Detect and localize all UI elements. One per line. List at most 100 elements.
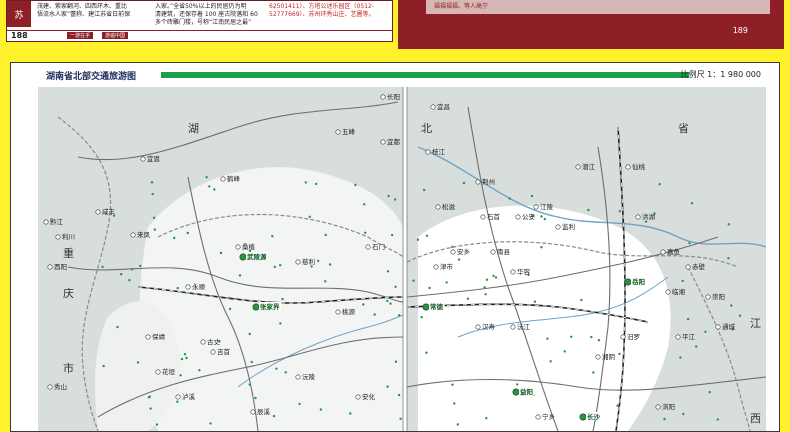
page-number-left: 188 [11, 31, 28, 40]
city-label: 酉阳 [54, 262, 67, 271]
city-label: 咸丰 [102, 207, 116, 216]
poi-dot [416, 238, 420, 241]
poi-dot [238, 274, 242, 277]
city-dot [510, 324, 516, 330]
city-dot [365, 244, 371, 250]
city-label: 永顺 [192, 282, 206, 291]
poi-dot [549, 360, 552, 363]
poi-dot [390, 233, 394, 237]
city-dot [130, 232, 136, 238]
city-label: 花垣 [162, 367, 176, 376]
footer-tag-2: 游遍中国 [102, 32, 129, 39]
map-canvas[interactable]: 湖 北 省重庆市 江西 长阳五峰宜恩鹤峰咸丰来凤 黔江酉阳秀山 桑植张家界 武陵源永顺保靖花… [38, 87, 766, 431]
text-column-1: 茂建、紫家翻河、四西环木、重比 悟流水人家”蕾称、建江苏省日前保 [37, 3, 131, 18]
title-stripe [161, 72, 689, 78]
poi-dot [618, 210, 621, 213]
city-dot [512, 388, 520, 396]
city-label: 沅江 [517, 323, 531, 331]
city-dot [200, 339, 206, 345]
poi-dot [457, 258, 461, 261]
previous-page-fragment-right: 福福福福、等人高宁 189 [398, 0, 784, 49]
poi-dot [483, 286, 486, 289]
map-frame: 湖南省北部交通旅游图 比例尺 1：1 980 000 湖 北 省 重 庆 市 江… [10, 62, 780, 432]
city-dot [450, 249, 456, 255]
poi-dot [101, 265, 104, 269]
city-label: 保靖 [152, 332, 166, 341]
poi-dot [304, 181, 307, 184]
city-dot [335, 309, 341, 315]
city-dot [595, 354, 601, 360]
city-dot [55, 234, 61, 240]
poi-dot [727, 257, 730, 260]
poi-dot [128, 278, 131, 282]
poi-dot [682, 412, 685, 416]
poi-dot [425, 351, 428, 354]
city-label: 赤壁 [692, 262, 706, 271]
city-label: 武陵源 [247, 252, 267, 261]
poi-dot [147, 396, 151, 399]
city-dot [575, 164, 581, 170]
poi-dot [399, 417, 402, 420]
city-dot [660, 249, 666, 255]
city-dot [210, 349, 216, 355]
city-label: 潜江 [582, 162, 596, 171]
city-dot [250, 409, 256, 415]
poi-dot [102, 364, 105, 368]
city-dot [155, 369, 161, 375]
poi-dot [185, 356, 188, 360]
city-label: 秀山 [54, 382, 67, 391]
poi-dot [681, 279, 684, 283]
map-title: 湖南省北部交通旅游图 [46, 72, 137, 82]
region-label: 市 [63, 361, 74, 375]
scale-label: 比例尺 1：1 980 000 [680, 70, 761, 79]
city-label: 利川 [62, 232, 75, 241]
poi-dot [462, 181, 466, 185]
poi-dot [150, 181, 154, 184]
city-dot [47, 384, 53, 390]
city-dot [380, 139, 386, 145]
poi-dot [616, 404, 619, 407]
poi-dot [198, 369, 201, 372]
poi-dot [315, 182, 318, 186]
poi-dot [543, 217, 546, 221]
poi-dot [298, 402, 301, 406]
city-dot [665, 289, 671, 295]
city-label: 仙桃 [632, 162, 646, 171]
poi-dot [364, 231, 367, 234]
city-label: 长沙 [587, 412, 601, 421]
page-footer-left: 188 一游在乎 游遍中国 [7, 30, 392, 41]
poi-dot [428, 286, 431, 290]
poi-dot [373, 313, 376, 316]
poi-dot [533, 300, 537, 303]
city-label: 辰溪 [257, 407, 271, 416]
poi-dot [716, 418, 719, 421]
poi-dot [136, 361, 140, 364]
info-panel-text: 福福福福、等人高宁 [434, 3, 489, 10]
poi-dot [149, 407, 152, 410]
city-label: 五峰 [342, 127, 356, 136]
city-label: 华容 [517, 267, 531, 276]
poi-dot [494, 276, 498, 279]
poi-dot [394, 198, 397, 201]
city-label: 石门 [372, 242, 385, 251]
city-label: 临湘 [672, 287, 685, 296]
poi-dot [273, 265, 276, 269]
city-dot [220, 176, 226, 182]
city-dot [295, 374, 301, 380]
city-dot [430, 104, 436, 110]
info-panel: 福福福福、等人高宁 [426, 0, 770, 14]
poi-dot [284, 371, 287, 374]
poi-dot [386, 270, 390, 273]
poi-dot [386, 299, 389, 303]
poi-dot [155, 423, 159, 426]
city-dot [239, 253, 247, 261]
poi-dot [116, 325, 119, 329]
poi-dot [563, 350, 566, 353]
poi-dot [485, 417, 488, 420]
poi-dot [275, 367, 278, 370]
city-label: 通城 [722, 322, 736, 331]
poi-dot [590, 335, 593, 339]
poi-dot [389, 302, 392, 305]
region-label: 湖 [188, 122, 199, 135]
poi-dot [580, 298, 583, 302]
